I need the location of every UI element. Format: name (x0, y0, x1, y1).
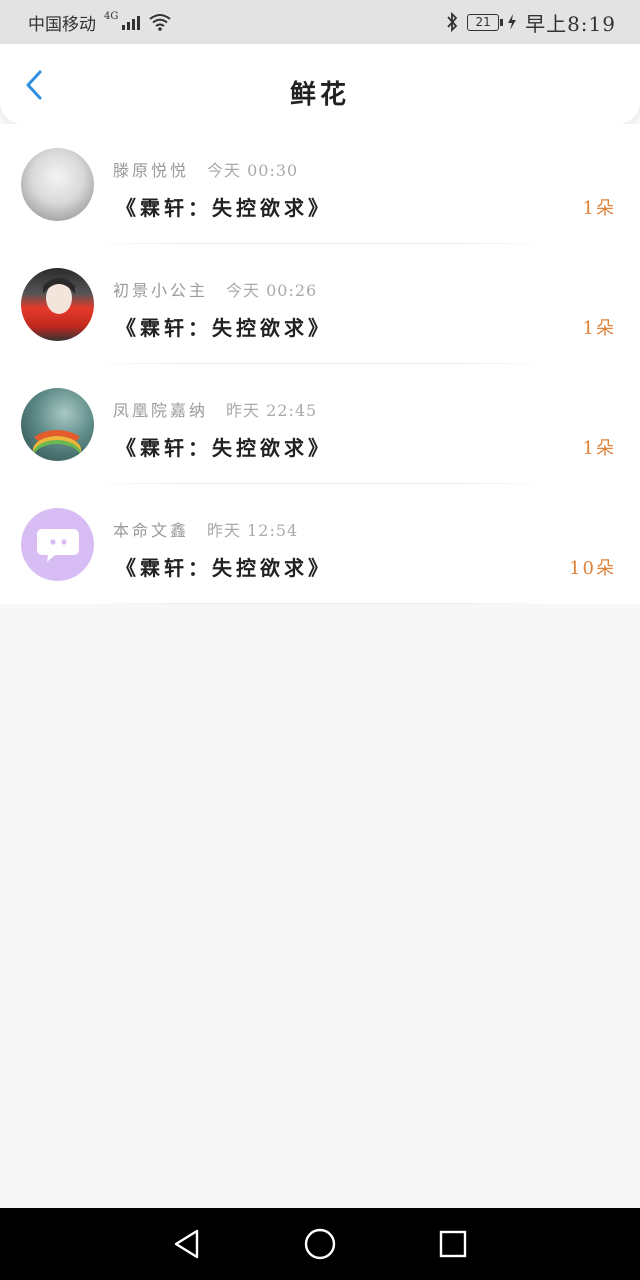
nav-home-button[interactable] (298, 1222, 342, 1266)
battery-level: 21 (475, 15, 491, 29)
chat-bubble-icon (36, 528, 79, 562)
book-title[interactable]: 《霖轩：失控欲求》 (116, 192, 332, 221)
status-right: 21 早上8:19 (445, 8, 616, 37)
flower-count: 10朵 (569, 558, 616, 579)
wifi-icon (149, 14, 171, 31)
sender-name[interactable]: 初景小公主 (113, 281, 208, 300)
avatar[interactable] (21, 148, 94, 221)
system-nav-bar (0, 1208, 640, 1280)
rainbow-icon (27, 430, 87, 461)
book-title[interactable]: 《霖轩：失控欲求》 (116, 432, 332, 461)
timestamp: 昨天 22:45 (226, 401, 318, 420)
sender-name[interactable]: 滕原悦悦 (113, 161, 189, 180)
sender-info: 凤凰院嘉纳 昨天 22:45 (113, 397, 317, 421)
divider (90, 603, 550, 604)
circle-home-icon (304, 1228, 336, 1260)
nav-recent-button[interactable] (431, 1222, 475, 1266)
sender-name[interactable]: 本命文鑫 (113, 521, 189, 540)
flower-count: 1朵 (582, 438, 616, 459)
flower-count: 1朵 (582, 318, 616, 339)
sender-info: 本命文鑫 昨天 12:54 (113, 517, 298, 541)
flower-count: 1朵 (582, 198, 616, 219)
list-item[interactable]: 初景小公主 今天 00:26 《霖轩：失控欲求》 1朵 (0, 244, 640, 364)
carrier-label: 中国移动 (28, 14, 96, 35)
avatar[interactable] (21, 508, 94, 581)
timestamp: 今天 00:26 (226, 281, 318, 300)
sender-info: 滕原悦悦 今天 00:30 (113, 157, 298, 181)
battery-icon: 21 (467, 13, 504, 31)
clock: 早上8:19 (525, 11, 616, 36)
book-title[interactable]: 《霖轩：失控欲求》 (116, 312, 332, 341)
nav-back-button[interactable] (165, 1222, 209, 1266)
list-item[interactable]: 本命文鑫 昨天 12:54 《霖轩：失控欲求》 10朵 (0, 484, 640, 604)
portrait-icon (43, 278, 75, 314)
network-type: 4G (104, 10, 119, 22)
list-item[interactable]: 滕原悦悦 今天 00:30 《霖轩：失控欲求》 1朵 (0, 124, 640, 244)
book-title[interactable]: 《霖轩：失控欲求》 (116, 552, 332, 581)
signal-icon (122, 14, 141, 30)
list-item[interactable]: 凤凰院嘉纳 昨天 22:45 《霖轩：失控欲求》 1朵 (0, 364, 640, 484)
avatar[interactable] (21, 388, 94, 461)
status-left: 中国移动 4G (28, 10, 172, 35)
avatar[interactable] (21, 268, 94, 341)
charging-icon (508, 14, 517, 30)
flower-gift-list: 滕原悦悦 今天 00:30 《霖轩：失控欲求》 1朵 初景小公主 今天 00:26 … (0, 124, 640, 604)
square-recent-icon (440, 1230, 467, 1258)
triangle-back-icon (174, 1229, 198, 1259)
timestamp: 昨天 12:54 (207, 521, 299, 540)
status-bar: 中国移动 4G 21 早上8:19 (0, 0, 640, 44)
timestamp: 今天 00:30 (207, 161, 299, 180)
sender-name[interactable]: 凤凰院嘉纳 (113, 401, 208, 420)
sender-info: 初景小公主 今天 00:26 (113, 277, 317, 301)
app-header: 鲜花 (0, 44, 640, 124)
bluetooth-icon (447, 12, 458, 32)
page-title: 鲜花 (289, 80, 350, 110)
